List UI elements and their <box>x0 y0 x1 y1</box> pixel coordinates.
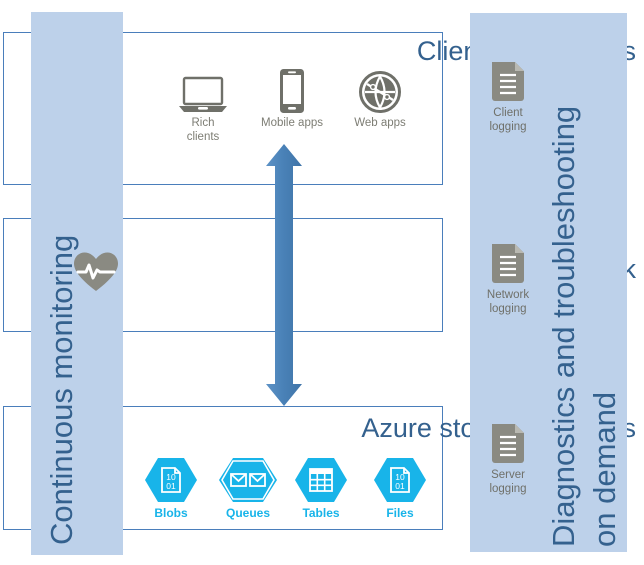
client-item-label: Mobile apps <box>260 117 323 129</box>
storage-item-queues: Queues <box>208 458 288 521</box>
storage-item-label: Files <box>386 506 414 520</box>
logging-item-client: Client logging <box>477 58 539 135</box>
logging-item-label: Client logging <box>489 107 527 134</box>
storage-item-label: Queues <box>225 506 270 520</box>
heart-pulse-icon <box>73 251 119 298</box>
diagram-canvas: Client applications Network Azure storag… <box>0 0 644 565</box>
table-hexagon-icon <box>281 458 361 504</box>
logging-item-label: Server logging <box>489 469 527 496</box>
svg-text:01: 01 <box>166 481 176 491</box>
logging-item-label: Network logging <box>486 289 530 316</box>
storage-item-files: 10 01 Files <box>360 458 440 521</box>
globe-icon <box>340 68 420 114</box>
diagnostics-label-line1: Diagnostics and troubleshooting <box>546 105 581 547</box>
blob-hexagon-icon: 10 01 <box>131 458 211 504</box>
file-hexagon-icon: 10 01 <box>360 458 440 504</box>
diagnostics-label-line2: on demand <box>587 391 622 547</box>
document-icon <box>477 420 539 466</box>
bidirectional-arrow <box>266 144 302 406</box>
client-item-web-apps: Web apps <box>340 68 420 130</box>
client-item-mobile-apps: Mobile apps <box>252 68 332 130</box>
document-icon <box>477 240 539 286</box>
document-icon <box>477 58 539 104</box>
client-item-label: Web apps <box>354 117 406 129</box>
storage-item-label: Tables <box>302 506 340 520</box>
storage-item-blobs: 10 01 Blobs <box>131 458 211 521</box>
laptop-icon <box>163 68 243 114</box>
svg-text:01: 01 <box>395 481 405 491</box>
logging-item-server: Server logging <box>477 420 539 497</box>
logging-item-network: Network logging <box>477 240 539 317</box>
client-item-label: Rich clients <box>186 117 220 144</box>
storage-item-tables: Tables <box>281 458 361 521</box>
client-item-rich-clients: Rich clients <box>163 68 243 145</box>
smartphone-icon <box>252 68 332 114</box>
queue-hexagon-icon <box>208 458 288 504</box>
storage-item-label: Blobs <box>154 506 188 520</box>
